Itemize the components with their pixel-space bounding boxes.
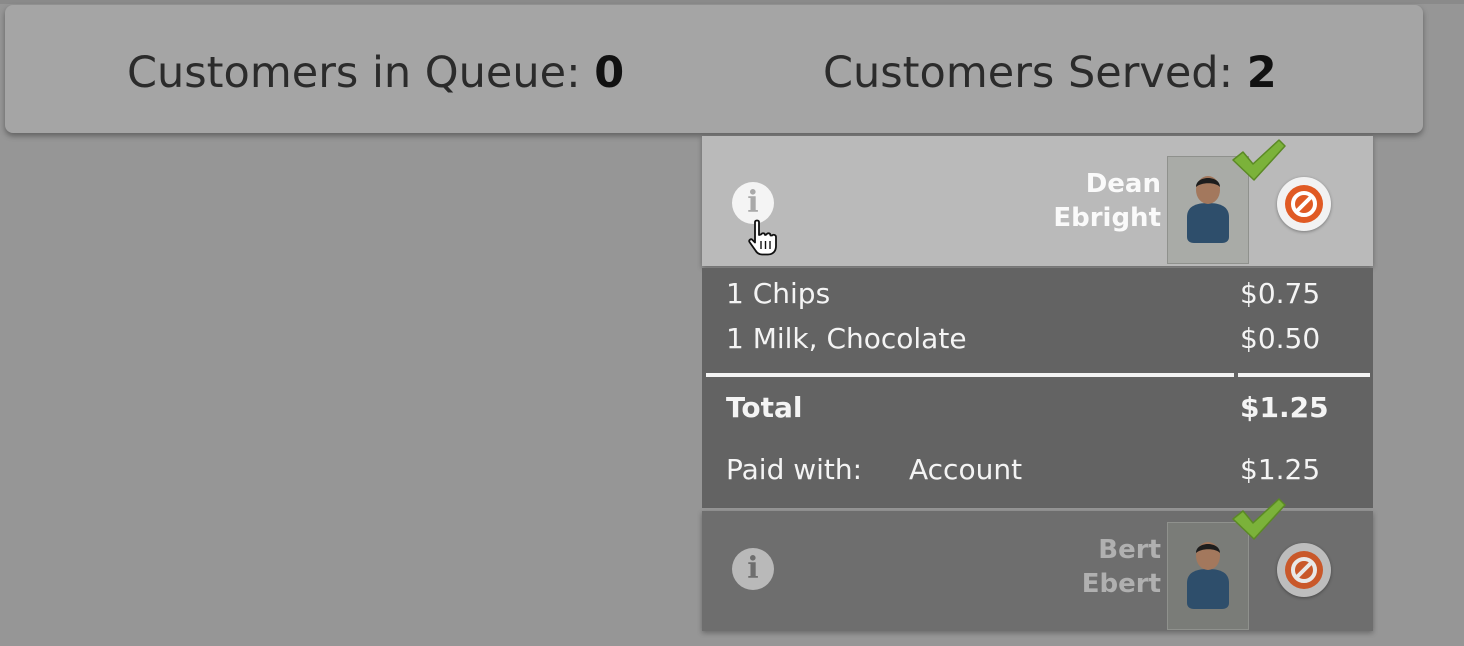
checkmark-icon <box>1232 498 1286 540</box>
order-total-amount: $1.25 <box>1240 391 1329 424</box>
order-item-price: $0.75 <box>1240 277 1321 310</box>
order-divider <box>706 373 1234 377</box>
customer-first-name: Dean <box>1085 169 1161 199</box>
info-button[interactable]: i <box>732 182 774 224</box>
info-icon: i <box>747 551 759 586</box>
customers-served-stat: Customers Served: 2 <box>823 45 1277 101</box>
cancel-button[interactable] <box>1277 543 1331 597</box>
customer-last-name: Ebright <box>1053 203 1161 233</box>
checkmark-icon <box>1232 139 1286 181</box>
served-label: Customers Served: <box>823 48 1247 98</box>
order-item-price: $0.50 <box>1240 322 1321 355</box>
order-price-divider <box>1238 373 1370 377</box>
paid-amount: $1.25 <box>1240 453 1321 486</box>
payment-method: Account <box>909 453 1023 486</box>
order-total-label: Total <box>726 391 803 424</box>
served-count: 2 <box>1246 48 1277 98</box>
hand-pointer-cursor-icon <box>748 219 777 256</box>
customer-card-bert-ebert[interactable]: i Bert Ebert <box>702 498 1373 631</box>
window-top-edge <box>0 0 1464 4</box>
stats-bar: Customers in Queue: 0 Customers Served: … <box>5 5 1423 133</box>
no-entry-icon <box>1285 185 1323 223</box>
customer-card-dean-ebright[interactable]: i Dean Ebright <box>702 136 1373 266</box>
cancel-button[interactable] <box>1277 177 1331 231</box>
queue-label: Customers in Queue: <box>127 48 595 98</box>
queue-count: 0 <box>594 48 625 98</box>
info-icon: i <box>747 185 759 220</box>
customer-first-name: Bert <box>1098 535 1161 565</box>
paid-with-label: Paid with: <box>726 453 863 486</box>
info-button[interactable]: i <box>732 548 774 590</box>
order-details-panel: 1 Chips $0.75 1 Milk, Chocolate $0.50 To… <box>702 268 1373 508</box>
no-entry-icon <box>1285 551 1323 589</box>
customer-name: Dean Ebright <box>1053 167 1161 235</box>
order-item-label: 1 Chips <box>726 277 831 310</box>
customers-in-queue-stat: Customers in Queue: 0 <box>127 45 624 101</box>
order-item-label: 1 Milk, Chocolate <box>726 322 967 355</box>
customer-last-name: Ebert <box>1081 569 1161 599</box>
customer-name: Bert Ebert <box>1082 533 1161 601</box>
